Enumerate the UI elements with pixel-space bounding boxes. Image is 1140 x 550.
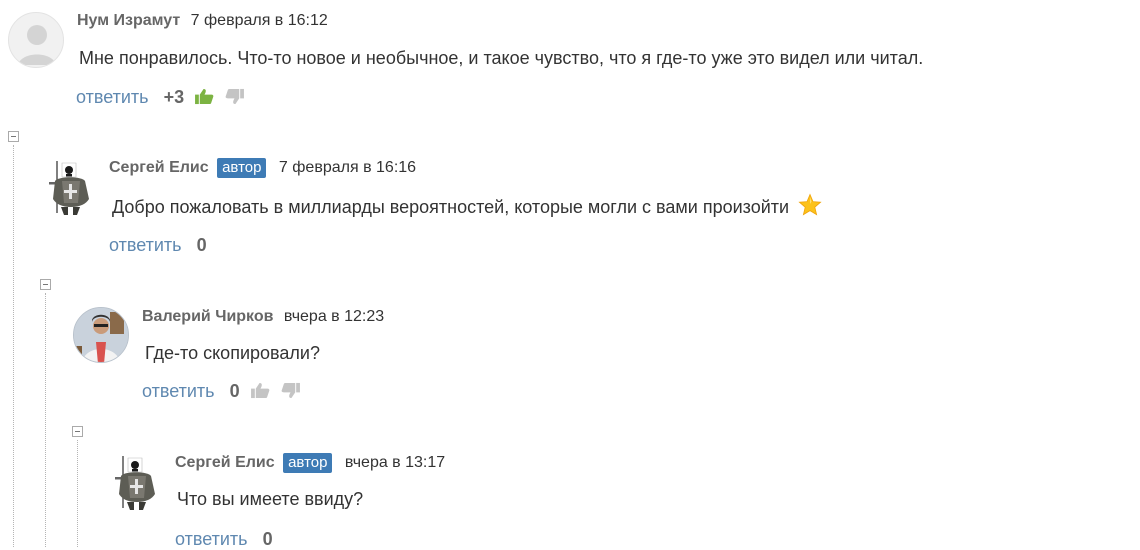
comment-text: Что вы имеете ввиду?	[177, 489, 364, 509]
comment-text: Мне понравилось. Что-то новое и необычно…	[79, 48, 924, 68]
thread-line	[13, 145, 14, 547]
default-avatar-icon[interactable]	[8, 12, 64, 68]
comment-text: Где-то скопировали?	[145, 343, 320, 363]
thread-line	[77, 440, 78, 547]
comment-text-content: Добро пожаловать в миллиарды вероятносте…	[112, 197, 790, 217]
comment-header: Сергей Елис автор 7 февраля в 16:16	[109, 158, 416, 178]
reply-link[interactable]: ответить	[142, 381, 215, 401]
comment-4: Сергей Елис автор вчера в 13:17 Что вы и…	[106, 453, 1126, 549]
comment-header: Сергей Елис автор вчера в 13:17	[175, 453, 445, 473]
author-name[interactable]: Сергей Елис	[109, 159, 209, 176]
comment-date[interactable]: вчера в 12:23	[284, 308, 384, 325]
thumbs-down-icon[interactable]	[281, 382, 300, 404]
comment-3: Валерий Чирков вчера в 12:23 Где-то скоп…	[73, 306, 1123, 416]
comment-date[interactable]: вчера в 13:17	[345, 454, 445, 471]
collapse-thread-toggle[interactable]	[40, 279, 51, 290]
user-photo-avatar[interactable]	[73, 307, 129, 363]
author-badge: автор	[217, 158, 267, 178]
collapse-thread-toggle[interactable]	[8, 131, 19, 142]
comment-header: Нум Израмут 7 февраля в 16:12	[77, 11, 328, 31]
comment-text: Добро пожаловать в миллиарды вероятносте…	[112, 193, 822, 223]
author-name[interactable]: Нум Израмут	[77, 12, 180, 29]
thumbs-up-icon[interactable]	[250, 382, 270, 404]
knight-avatar-icon[interactable]	[40, 159, 96, 215]
reply-link[interactable]: ответить	[76, 87, 149, 107]
comment-date[interactable]: 7 февраля в 16:12	[191, 12, 328, 29]
thumbs-down-icon[interactable]	[225, 88, 245, 110]
author-badge: автор	[283, 453, 333, 473]
comment-actions: ответить +3	[76, 86, 245, 110]
reply-link[interactable]: ответить	[175, 529, 248, 549]
comment-rating: +3	[163, 87, 185, 107]
author-name[interactable]: Сергей Елис	[175, 454, 275, 471]
comment-rating: 0	[229, 381, 240, 401]
comment-actions: ответить 0	[142, 380, 300, 404]
knight-avatar-icon[interactable]	[106, 454, 162, 510]
thread-line	[45, 293, 46, 547]
collapse-thread-toggle[interactable]	[72, 426, 83, 437]
star-emoji-icon	[798, 193, 822, 223]
author-name[interactable]: Валерий Чирков	[142, 308, 273, 325]
reply-link[interactable]: ответить	[109, 235, 182, 255]
comment-actions: ответить 0	[109, 234, 207, 256]
thumbs-up-icon[interactable]	[195, 88, 214, 110]
comment-2: Сергей Елис автор 7 февраля в 16:16 Добр…	[40, 157, 1120, 267]
comment-rating: 0	[262, 529, 273, 549]
comment-date[interactable]: 7 февраля в 16:16	[279, 159, 416, 176]
comment-1: Нум Израмут 7 февраля в 16:12 Мне понрав…	[8, 10, 1128, 120]
comment-header: Валерий Чирков вчера в 12:23	[142, 307, 384, 327]
comment-rating: 0	[196, 235, 207, 255]
